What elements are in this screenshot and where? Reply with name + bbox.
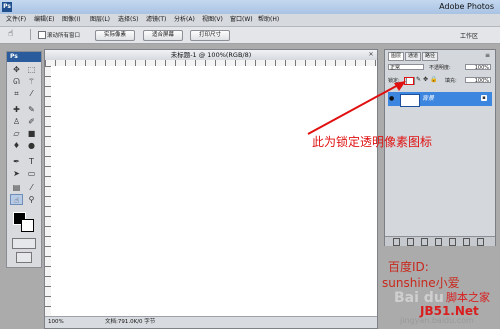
options-bar: ☝ 滚动所有窗口 实际像素 适合屏幕 打印尺寸 工作区 xyxy=(0,27,500,44)
menu-edit[interactable]: 编辑(E) xyxy=(34,15,54,25)
tab-paths[interactable]: 路径 xyxy=(422,52,439,61)
app-icon: Ps xyxy=(2,2,12,12)
notes-tool-icon[interactable]: ▤ xyxy=(10,182,23,193)
menu-select[interactable]: 选择(S) xyxy=(118,15,139,25)
fit-screen-button[interactable]: 适合屏幕 xyxy=(143,30,183,41)
shape-tool-icon[interactable]: ▭ xyxy=(25,168,38,179)
layer-name[interactable]: 背景 xyxy=(422,94,434,104)
workspace-menu[interactable]: 工作区 xyxy=(460,31,478,40)
watermark-jiaoben: 脚本之家 xyxy=(446,291,490,304)
menu-analysis[interactable]: 分析(A) xyxy=(174,15,195,25)
scroll-all-label: 滚动所有窗口 xyxy=(47,33,81,39)
annotation-text: 此为锁定透明像素图标 xyxy=(312,135,433,149)
layer-mask-icon[interactable] xyxy=(421,238,428,246)
marquee-tool-icon[interactable]: ⬚ xyxy=(25,64,38,75)
options-divider xyxy=(30,29,31,40)
menu-bar: 文件(F) 编辑(E) 图像(I) 图层(L) 选择(S) 滤镜(T) 分析(A… xyxy=(0,14,500,27)
lock-all-icon[interactable]: 🔒 xyxy=(430,76,437,83)
background-color-swatch[interactable] xyxy=(21,219,34,232)
close-icon[interactable]: ✕ xyxy=(367,51,375,59)
move-tool-icon[interactable]: ✥ xyxy=(10,64,23,75)
eraser-tool-icon[interactable]: ▱ xyxy=(10,128,23,139)
vertical-ruler xyxy=(45,66,51,316)
document-status-bar: 100% 文档:791.0K/0 字节 xyxy=(45,316,377,328)
annotation-arrow xyxy=(307,81,406,135)
blur-tool-icon[interactable]: ♦ xyxy=(10,140,23,151)
lasso-tool-icon[interactable]: ᘏ xyxy=(10,76,23,87)
lock-image-pixels-icon[interactable]: ✎ xyxy=(416,76,421,83)
tab-channels[interactable]: 通道 xyxy=(405,52,422,61)
hand-tool-icon[interactable]: ☝ xyxy=(8,29,13,39)
screen-mode-button[interactable] xyxy=(16,252,32,263)
menu-file[interactable]: 文件(F) xyxy=(6,15,26,25)
toolbox-logo: Ps xyxy=(7,52,41,62)
healing-brush-tool-icon[interactable]: ✚ xyxy=(10,104,23,115)
path-selection-tool-icon[interactable]: ➤ xyxy=(10,168,23,179)
clone-stamp-tool-icon[interactable]: ♙ xyxy=(10,116,23,127)
blend-mode-select[interactable]: 正常 xyxy=(388,64,424,71)
fill-field[interactable]: 100% xyxy=(465,77,491,84)
opacity-label: 不透明度: xyxy=(429,65,451,71)
quick-mask-button[interactable] xyxy=(12,238,36,249)
adjustment-layer-icon[interactable] xyxy=(435,238,442,246)
menu-help[interactable]: 帮助(H) xyxy=(258,15,279,25)
magic-wand-tool-icon[interactable]: ⚚ xyxy=(25,76,38,87)
layer-style-icon[interactable] xyxy=(407,238,414,246)
new-layer-icon[interactable] xyxy=(463,238,470,246)
new-group-icon[interactable] xyxy=(449,238,456,246)
layers-panel-footer xyxy=(385,236,495,246)
link-layers-icon[interactable] xyxy=(393,238,400,246)
document-size: 文档:791.0K/0 字节 xyxy=(105,319,156,325)
layer-lock-icon: ▪ xyxy=(481,95,487,101)
lock-position-icon[interactable]: ✥ xyxy=(423,76,428,83)
pen-tool-icon[interactable]: ✒ xyxy=(10,156,23,167)
horizontal-ruler xyxy=(45,60,377,66)
scroll-all-checkbox[interactable] xyxy=(38,31,46,39)
menu-layer[interactable]: 图层(L) xyxy=(90,15,110,25)
document-title: 未标题-1 @ 100%(RGB/8) xyxy=(45,50,377,60)
delete-layer-icon[interactable] xyxy=(477,238,484,246)
eyedropper-tool-icon[interactable]: ⁄ xyxy=(25,88,38,99)
fill-label: 填充: xyxy=(445,78,457,84)
toolbox: Ps ✥ ⬚ ᘏ ⚚ ⌗ ⁄ ✚ ✎ ♙ ✐ ▱ ■ ♦ ● ✒ T ➤ ▭ ▤… xyxy=(6,51,42,268)
title-bar: Ps Adobe Photos xyxy=(0,0,500,14)
zoom-tool-icon[interactable]: ⚲ xyxy=(25,194,38,205)
panel-menu-icon[interactable]: ≡ xyxy=(485,52,490,59)
app-title: Adobe Photos xyxy=(439,2,494,11)
dodge-tool-icon[interactable]: ● xyxy=(25,140,38,151)
gradient-tool-icon[interactable]: ■ xyxy=(25,128,38,139)
actual-pixels-button[interactable]: 实际像素 xyxy=(95,30,135,41)
watermark-id-label: 百度ID: xyxy=(388,260,429,274)
menu-filter[interactable]: 滤镜(T) xyxy=(146,15,166,25)
eyedropper2-tool-icon[interactable]: ⁄ xyxy=(25,182,38,193)
brush-tool-icon[interactable]: ✎ xyxy=(25,104,38,115)
tab-layers[interactable]: 图层 xyxy=(388,52,405,61)
print-size-button[interactable]: 打印尺寸 xyxy=(190,30,230,41)
opacity-field[interactable]: 100% xyxy=(465,64,491,71)
menu-image[interactable]: 图像(I) xyxy=(62,15,80,25)
watermark-site: jingyan.baidu.com xyxy=(400,316,474,325)
type-tool-icon[interactable]: T xyxy=(25,156,38,167)
zoom-level[interactable]: 100% xyxy=(48,317,64,327)
menu-window[interactable]: 窗口(W) xyxy=(230,15,253,25)
history-brush-tool-icon[interactable]: ✐ xyxy=(25,116,38,127)
menu-view[interactable]: 视图(V) xyxy=(202,15,223,25)
crop-tool-icon[interactable]: ⌗ xyxy=(10,88,23,99)
hand-tool-icon[interactable]: ☝ xyxy=(10,194,23,205)
